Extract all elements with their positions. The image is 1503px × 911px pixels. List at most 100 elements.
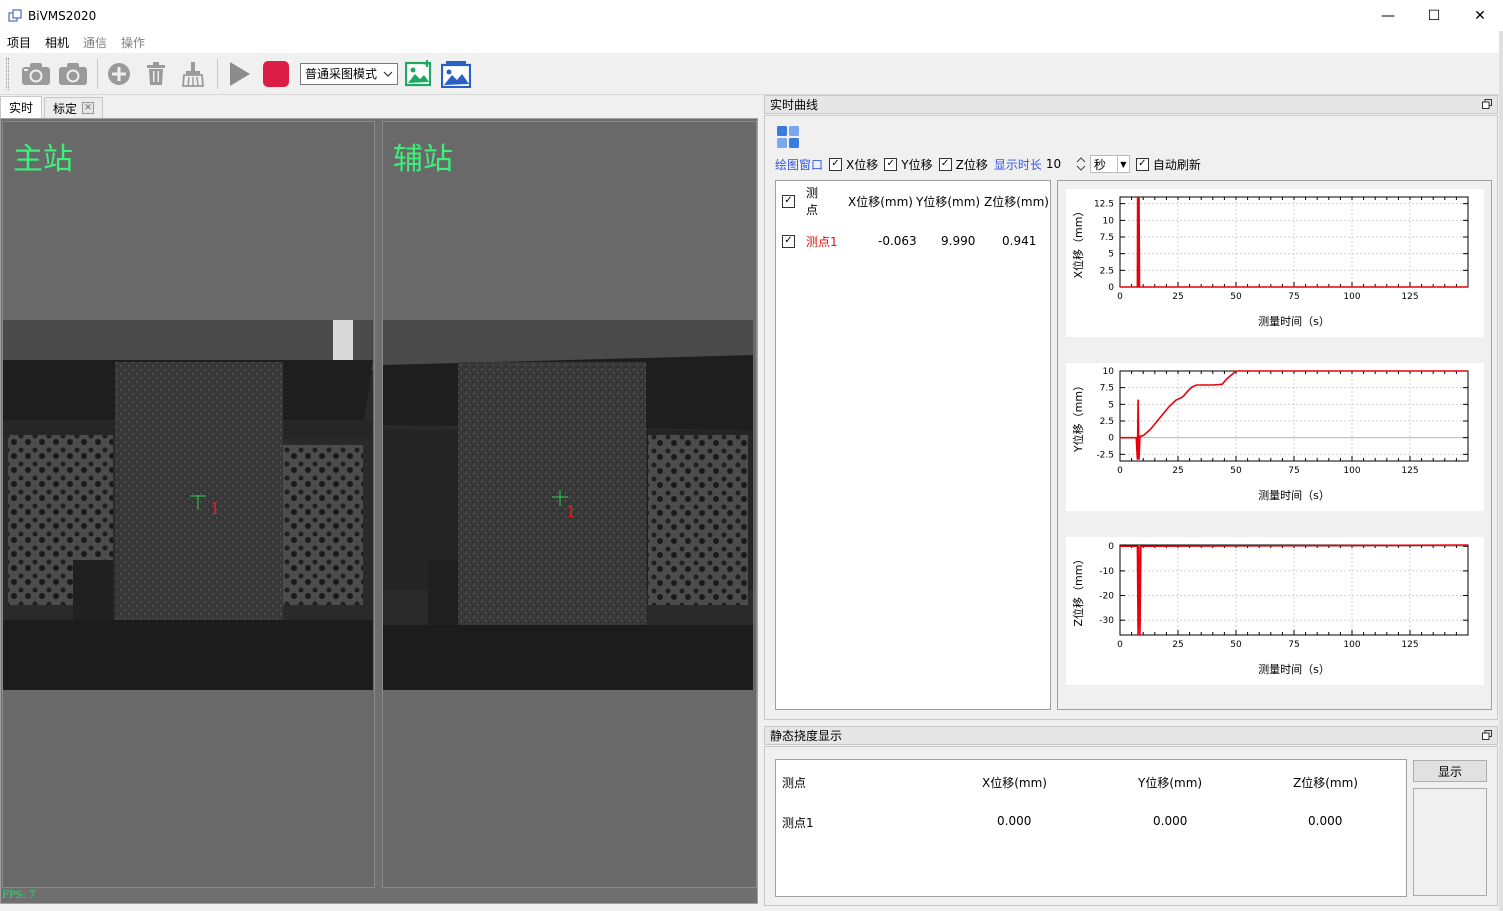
point-name: 测点1 <box>806 234 838 249</box>
tab-realtime-label: 实时 <box>9 101 34 115</box>
y-tick-label: 0 <box>1108 283 1114 293</box>
duration-value: 10 <box>1045 157 1062 171</box>
delete-point-button[interactable] <box>139 57 173 91</box>
static-panel: 测点 X位移(mm) Y位移(mm) Z位移(mm) 测点1 0.000 0.0… <box>764 746 1498 906</box>
y-tick-label: 0 <box>1108 434 1114 444</box>
camera-view-area: 主站 1 辅站 1 FPS: 7 <box>0 118 758 904</box>
x-displacement-checkbox[interactable]: ✓ <box>829 157 843 171</box>
x-tick-label: 100 <box>1343 292 1360 302</box>
x-displacement-chart[interactable]: 0 25 50 75 100 125 0 2.5 5 7.5 10 12.5 测量时间（s） X位移（mm… <box>1066 189 1484 337</box>
static-point-name: 测点1 <box>782 816 814 830</box>
x-axis-label: 测量时间（s） <box>1258 663 1330 676</box>
menu-project[interactable]: 项目 <box>0 34 38 51</box>
aux-station-pane[interactable]: 辅站 1 <box>382 121 757 888</box>
y-tick-label: -2.5 <box>1096 450 1114 460</box>
y-tick-label: 5 <box>1108 400 1114 410</box>
window-title: BiVMS2020 <box>28 8 97 23</box>
main-station-pane[interactable]: 主站 1 <box>2 121 375 888</box>
y-tick-label: 0 <box>1108 542 1114 552</box>
y-tick-label: 2.5 <box>1100 417 1114 427</box>
y-displacement-chart[interactable]: 0 25 50 75 100 125 -2.5 0 2.5 5 7.5 10 测量时间（s） Y位移（mm… <box>1066 363 1484 511</box>
static-x-value: 0.000 <box>997 814 1032 828</box>
z-displacement-chart[interactable]: 0 25 50 75 100 125 0 -10 -20 -30 测量时间（s） Z位移（mm） <box>1066 537 1484 685</box>
duration-spinbox[interactable]: 10 <box>1046 155 1086 173</box>
minimize-button[interactable]: — <box>1365 0 1411 31</box>
maximize-button[interactable]: ☐ <box>1411 0 1457 31</box>
trash-icon <box>147 61 165 85</box>
menu-operation[interactable]: 操作 <box>114 34 152 51</box>
point-list-header: ✓ 测点 X位移(mm) Y位移(mm) Z位移(mm) <box>776 186 1049 217</box>
capture-mode-value: 普通采图模式 <box>305 67 378 81</box>
static-col-z: Z位移(mm) <box>1293 776 1358 790</box>
duration-label: 显示时长 <box>993 157 1042 172</box>
z-displacement-checkbox[interactable]: ✓ <box>938 157 952 171</box>
toolbar-grip[interactable] <box>6 57 9 90</box>
camera-settings-button[interactable] <box>56 57 90 91</box>
duration-unit-select[interactable]: 秒 ▼ <box>1089 155 1130 173</box>
y-tick-label: -30 <box>1099 616 1114 626</box>
title-bar: BiVMS2020 — ☐ ✕ <box>0 0 1503 31</box>
y-axis-label: Z位移（mm） <box>1071 554 1085 627</box>
y-tick-label: 5 <box>1108 250 1114 260</box>
tab-calibration[interactable]: 标定 ✕ <box>44 97 104 118</box>
add-point-button[interactable] <box>102 57 136 91</box>
col-x: X位移(mm) <box>848 194 913 209</box>
close-tab-icon[interactable]: ✕ <box>82 102 95 114</box>
menu-communication[interactable]: 通信 <box>76 34 114 51</box>
realtime-panel-header: 实时曲线 <box>764 95 1498 114</box>
layout-grid-icon[interactable] <box>777 126 799 148</box>
point-list: ✓ 测点 X位移(mm) Y位移(mm) Z位移(mm) ✓ 测点1 -0.06… <box>775 180 1051 710</box>
chevron-down-icon: ▼ <box>1116 156 1129 172</box>
tab-realtime[interactable]: 实时 <box>0 96 43 118</box>
float-panel-icon[interactable] <box>1482 99 1492 109</box>
stop-icon <box>263 60 289 87</box>
toolbar: 普通采图模式 <box>0 53 1503 95</box>
image-gallery-button[interactable] <box>439 57 473 91</box>
select-all-checkbox[interactable]: ✓ <box>782 194 795 208</box>
x-tick-label: 0 <box>1117 292 1123 302</box>
image-green-icon <box>405 59 432 86</box>
clear-button[interactable] <box>176 57 210 91</box>
camera-capture-button[interactable] <box>19 57 53 91</box>
x-tick-label: 75 <box>1288 466 1299 476</box>
point-checkbox[interactable]: ✓ <box>782 234 795 248</box>
marker-1-label: 1 <box>210 499 220 518</box>
auto-refresh-checkbox[interactable]: ✓ <box>1135 157 1149 171</box>
duration-unit-value: 秒 <box>1093 157 1106 172</box>
x-tick-label: 125 <box>1401 466 1418 476</box>
x-tick-label: 75 <box>1288 292 1299 302</box>
x-tick-label: 25 <box>1172 640 1183 650</box>
x-tick-label: 50 <box>1230 292 1242 302</box>
add-circle-icon <box>108 62 130 85</box>
table-row[interactable]: ✓ 测点1 -0.063 9.990 0.941 <box>776 231 1052 251</box>
static-z-value: 0.000 <box>1308 814 1343 828</box>
float-panel-icon[interactable] <box>1482 730 1492 740</box>
stop-button[interactable] <box>259 57 293 91</box>
realtime-panel: 绘图窗口 ✓ X位移 ✓ Y位移 ✓ Z位移 显示时长 10 秒 ▼ ✓ 自动刷… <box>764 115 1498 720</box>
tab-calibration-label: 标定 <box>53 101 78 116</box>
save-image-button[interactable] <box>402 57 436 91</box>
capture-mode-select[interactable]: 普通采图模式 <box>300 62 398 85</box>
main-camera-image[interactable]: 1 <box>3 320 373 690</box>
auto-refresh-label: 自动刷新 <box>1152 157 1201 172</box>
show-button[interactable]: 显示 <box>1413 760 1487 782</box>
y-displacement-checkbox[interactable]: ✓ <box>884 157 898 171</box>
col-point: 测点 <box>806 186 819 217</box>
point-y-value: 9.990 <box>941 234 976 248</box>
col-y: Y位移(mm) <box>916 194 981 209</box>
start-button[interactable] <box>222 57 256 91</box>
window-edge <box>1499 31 1503 911</box>
chart-container: 0 25 50 75 100 125 0 2.5 5 7.5 10 12.5 测量时间（s） X位移（mm… <box>1057 180 1492 710</box>
close-button[interactable]: ✕ <box>1457 0 1503 31</box>
plot-window-link[interactable]: 绘图窗口 <box>775 156 823 173</box>
aux-camera-image[interactable]: 1 <box>383 320 753 690</box>
x-axis-label: 测量时间（s） <box>1258 489 1330 502</box>
chevron-down-icon <box>383 71 393 77</box>
spin-arrows-icon[interactable] <box>1076 156 1086 172</box>
x-tick-label: 125 <box>1401 640 1418 650</box>
menu-camera[interactable]: 相机 <box>38 34 76 51</box>
static-col-point: 测点 <box>782 776 807 790</box>
z-displacement-label: Z位移 <box>955 157 988 172</box>
x-displacement-plot: 0 25 50 75 100 125 0 2.5 5 7.5 10 12.5 测量时间（s） X位移（mm… <box>1071 196 1469 328</box>
camera-icon <box>59 62 87 85</box>
